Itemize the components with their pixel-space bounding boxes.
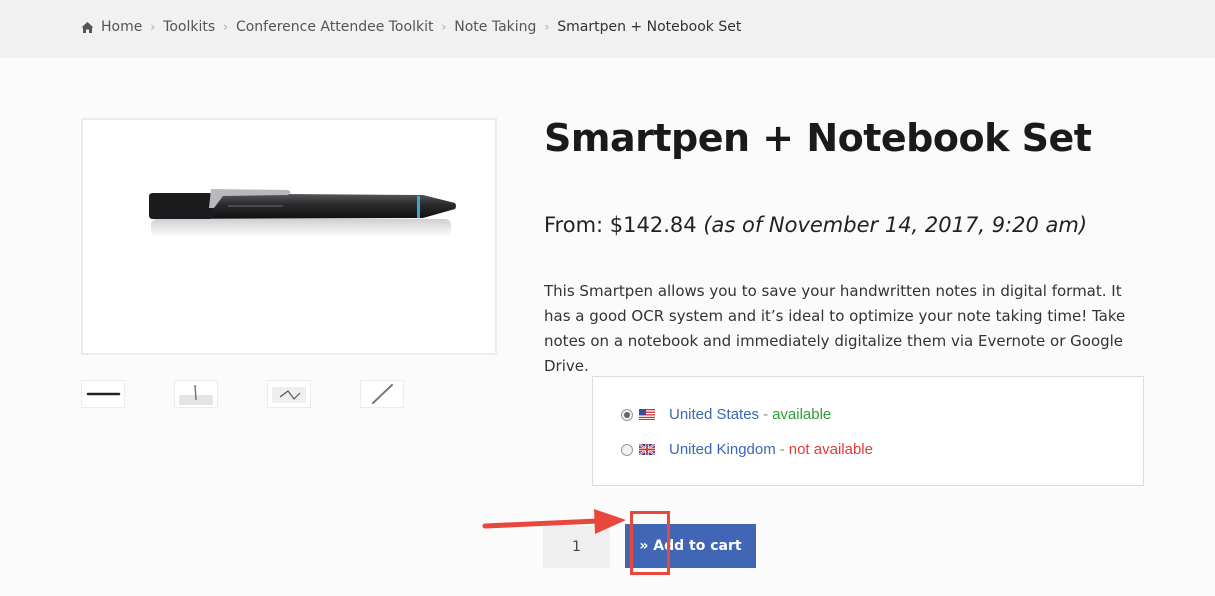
separator: - <box>763 406 769 423</box>
thumbnail-1[interactable] <box>81 380 125 408</box>
breadcrumb-home[interactable]: Home <box>101 19 142 35</box>
separator: - <box>779 441 785 458</box>
chevron-right-icon: › <box>150 20 156 34</box>
availability-option-uk[interactable]: United Kingdom - not available <box>621 441 873 458</box>
product-main-image[interactable] <box>81 118 497 355</box>
annotation-arrow-icon <box>482 509 626 534</box>
breadcrumb-bar: Home › Toolkits › Conference Attendee To… <box>0 0 1215 58</box>
availability-box: United States - available United Kingdom… <box>592 376 1144 486</box>
breadcrumb-toolkits[interactable]: Toolkits <box>163 19 215 35</box>
breadcrumb-conference-toolkit[interactable]: Conference Attendee Toolkit <box>236 19 434 35</box>
annotation-highlight-box <box>630 511 670 575</box>
thumbnail-4[interactable] <box>360 380 404 408</box>
home-icon <box>81 21 94 33</box>
breadcrumb: Home › Toolkits › Conference Attendee To… <box>81 19 741 35</box>
status-available: available <box>772 406 832 423</box>
us-flag-icon <box>639 409 655 420</box>
uk-flag-icon <box>639 444 655 455</box>
chevron-right-icon: › <box>544 20 550 34</box>
price-value: From: $142.84 <box>544 213 697 237</box>
product-price: From: $142.84 (as of November 14, 2017, … <box>544 213 1087 237</box>
country-name-us[interactable]: United States <box>669 406 759 423</box>
thumbnail-2[interactable] <box>174 380 218 408</box>
breadcrumb-current: Smartpen + Notebook Set <box>557 19 742 35</box>
product-title: Smartpen + Notebook Set <box>544 116 1092 160</box>
breadcrumb-note-taking[interactable]: Note Taking <box>454 19 536 35</box>
radio-button-us[interactable] <box>621 408 633 421</box>
chevron-right-icon: › <box>441 20 447 34</box>
availability-option-us[interactable]: United States - available <box>621 406 831 423</box>
country-name-uk[interactable]: United Kingdom <box>669 441 776 458</box>
smartpen-image <box>149 189 456 237</box>
chevron-right-icon: › <box>223 20 228 34</box>
price-date-note: (as of November 14, 2017, 9:20 am) <box>703 213 1088 237</box>
radio-button-uk[interactable] <box>621 443 633 456</box>
product-description: This Smartpen allows you to save your ha… <box>544 282 1126 375</box>
status-not-available: not available <box>788 441 873 458</box>
thumbnail-3[interactable] <box>267 380 311 408</box>
